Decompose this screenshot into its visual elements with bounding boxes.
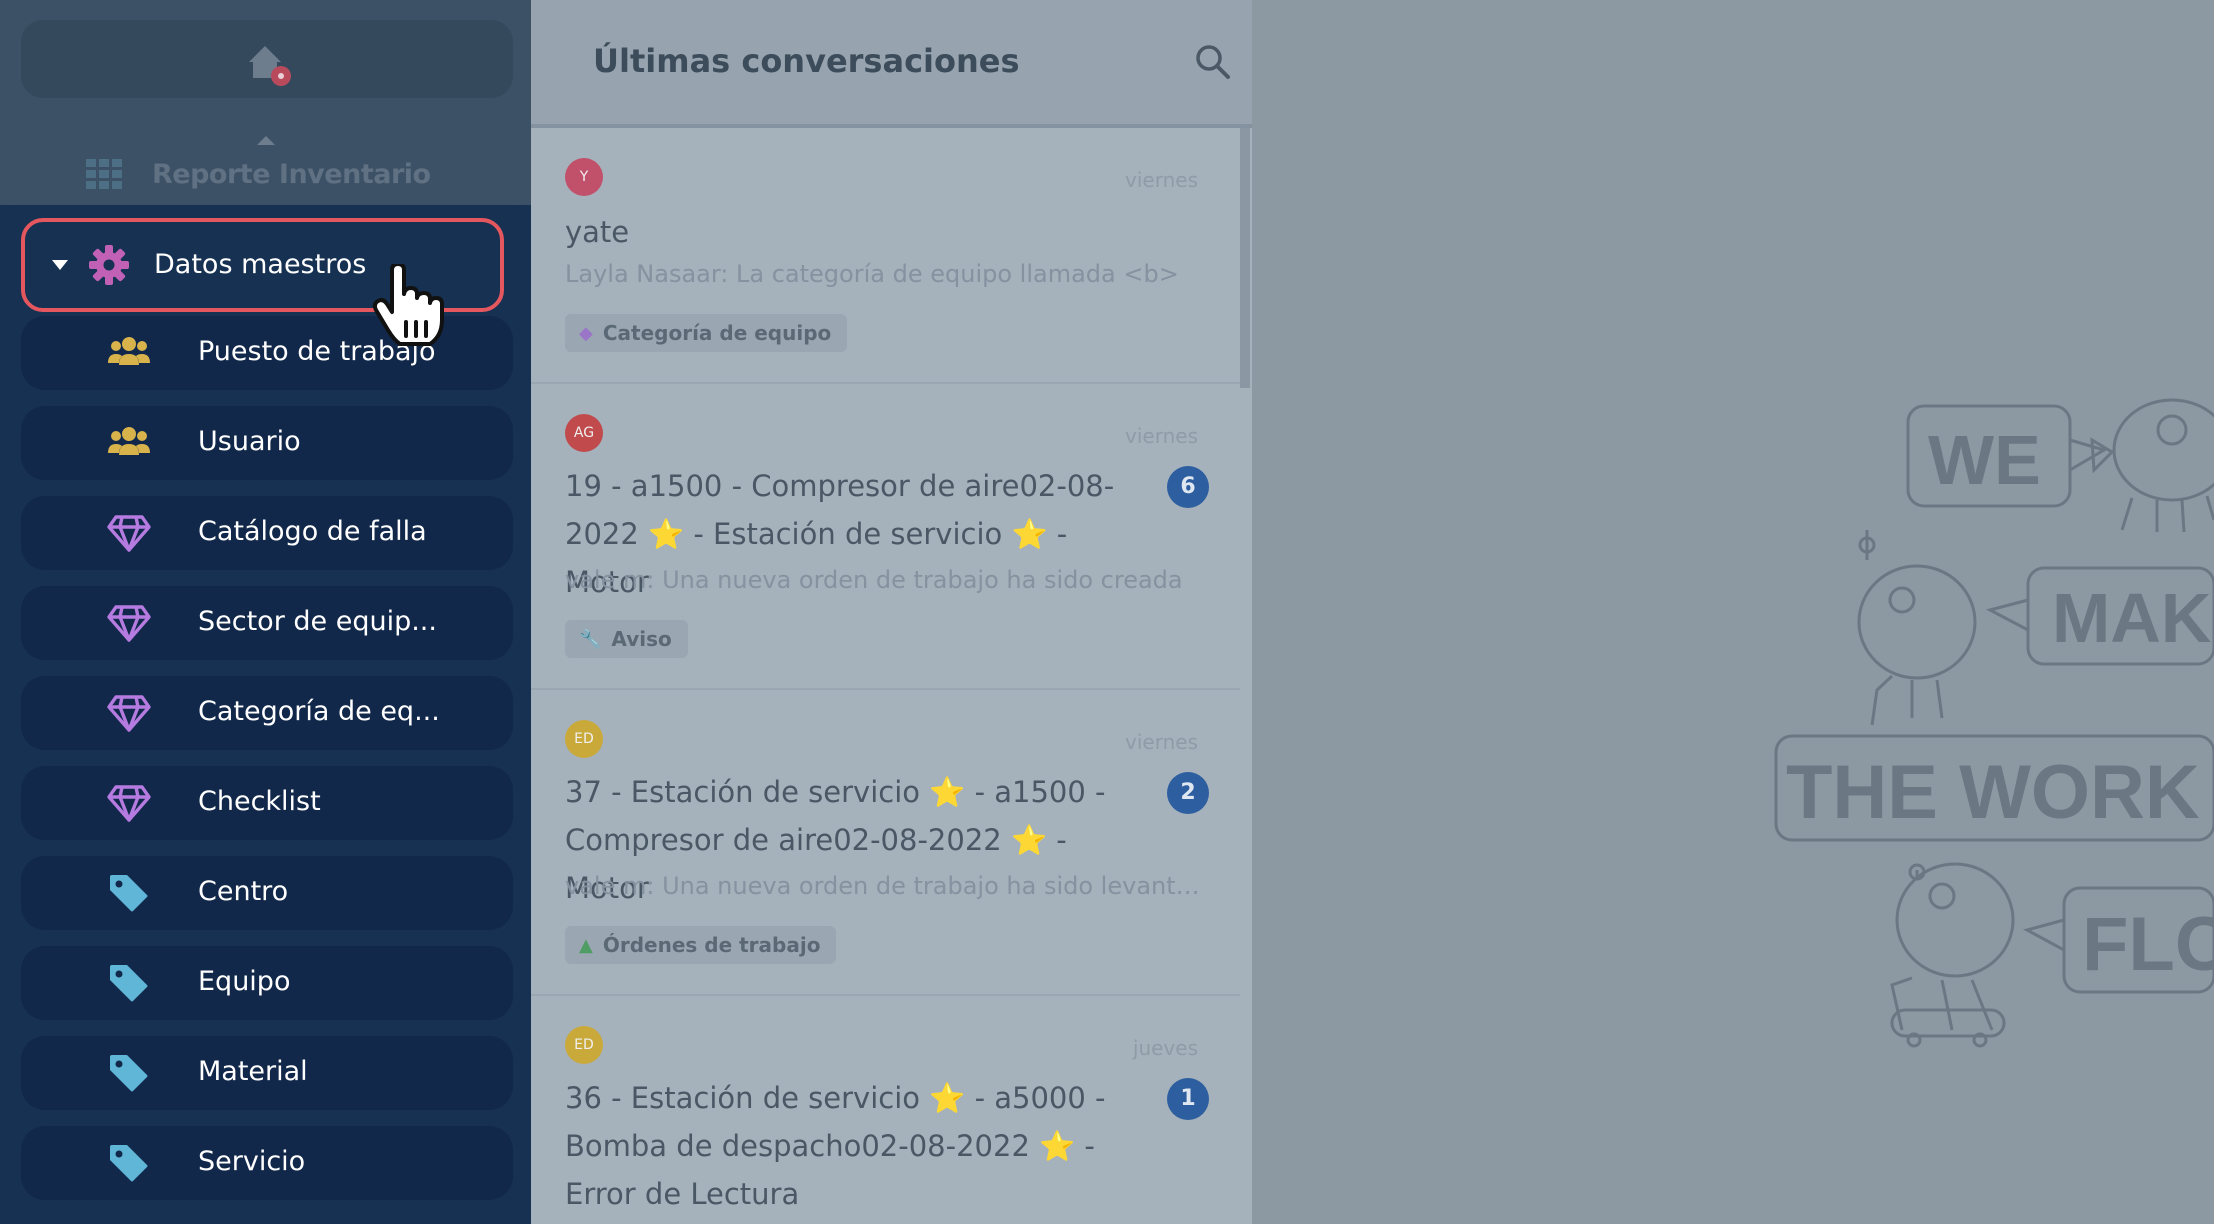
conversations-panel: Últimas conversaciones Y viernes yate La…: [531, 0, 1252, 1224]
sidebar-item-usuario[interactable]: Usuario: [21, 406, 513, 480]
diamond-icon: [107, 695, 151, 732]
grid-icon: [86, 159, 122, 189]
sidebar-item-servicio[interactable]: Servicio: [21, 1126, 513, 1200]
tag-icon: [110, 1055, 148, 1092]
category-tag: 🔧 Aviso: [565, 620, 688, 658]
sidebar-header: Reporte Inventario: [0, 0, 531, 205]
page-title: Últimas conversaciones: [593, 42, 1020, 80]
conversation-preview: vale m: Una nueva orden de trabajo ha si…: [565, 872, 1205, 900]
sidebar-item-equipo[interactable]: Equipo: [21, 946, 513, 1020]
illustration-word-make: MAK: [2052, 579, 2211, 657]
sidebar: Reporte Inventario Datos maestros Puesto…: [0, 0, 531, 1224]
list-item[interactable]: Y viernes yate Layla Nasaar: La categorí…: [531, 132, 1240, 384]
conversation-date: viernes: [1125, 168, 1198, 192]
avatar: Y: [565, 158, 603, 196]
sidebar-item-checklist[interactable]: Checklist: [21, 766, 513, 840]
conversation-date: viernes: [1125, 730, 1198, 754]
tag-icon: [110, 965, 148, 1002]
category-tag: ◆ Categoría de equipo: [565, 314, 848, 352]
sidebar-item-reporte-inventario[interactable]: Reporte Inventario: [86, 152, 431, 196]
avatar: AG: [565, 414, 603, 452]
wrench-icon: 🔧: [579, 628, 602, 650]
gear-icon: [89, 245, 129, 285]
avatar: ED: [565, 720, 603, 758]
diamond-icon: [107, 785, 151, 822]
conversation-title: 36 - Estación de servicio ⭐ - a5000 - Bo…: [565, 1081, 1106, 1211]
diamond-icon: ◆: [579, 322, 593, 344]
illustration-word-the-work: THE WORK: [1786, 750, 2200, 835]
diamond-icon: [107, 605, 151, 642]
hand-cursor-icon: [372, 264, 444, 346]
sidebar-item-material[interactable]: Material: [21, 1036, 513, 1110]
sidebar-item-label: Material: [198, 1056, 308, 1087]
search-icon[interactable]: [1195, 44, 1231, 80]
scrollbar[interactable]: [1240, 128, 1250, 388]
unread-badge: 2: [1167, 772, 1209, 814]
conversation-preview: Layla Nasaar: La categoría de equipo lla…: [565, 260, 1179, 288]
sidebar-item-label: Checklist: [198, 786, 321, 817]
tag-label: Órdenes de trabajo: [602, 933, 821, 957]
tag-icon: [110, 875, 148, 912]
illustration-word-we: WE: [1928, 421, 2041, 499]
sidebar-item-label: Reporte Inventario: [152, 158, 431, 190]
avatar: ED: [565, 1026, 603, 1064]
sidebar-item-catalogo-de-falla[interactable]: Catálogo de falla: [21, 496, 513, 570]
conversation-date: jueves: [1132, 1036, 1198, 1060]
sidebar-item-label: Equipo: [198, 966, 291, 997]
triangle-icon: ▲: [579, 934, 593, 956]
conversation-date: viernes: [1125, 424, 1198, 448]
list-item[interactable]: ED viernes 2 37 - Estación de servicio ⭐…: [531, 692, 1240, 996]
tag-icon: [110, 1145, 148, 1182]
list-item[interactable]: ED jueves 1 36 - Estación de servicio ⭐ …: [531, 998, 1240, 1224]
list-item[interactable]: AG viernes 6 19 - a1500 - Compresor de a…: [531, 386, 1240, 690]
category-tag: ▲ Órdenes de trabajo: [565, 926, 837, 964]
we-make-the-work-flow-illustration: WE MAK THE WORK FLO: [1774, 398, 2214, 1048]
sidebar-item-categoria-de-equipo[interactable]: Categoría de eq...: [21, 676, 513, 750]
caret-up-icon[interactable]: [255, 134, 277, 146]
conversation-preview: vale m: Una nueva orden de trabajo ha si…: [565, 566, 1183, 594]
sidebar-item-label: Categoría de eq...: [198, 696, 440, 727]
empty-state-pane: WE MAK THE WORK FLO: [1252, 0, 2214, 1224]
sidebar-item-label: Datos maestros: [154, 249, 367, 280]
sidebar-item-label: Servicio: [198, 1146, 306, 1177]
tag-label: Categoría de equipo: [602, 321, 832, 345]
tag-label: Aviso: [611, 627, 672, 651]
sidebar-item-label: Sector de equip...: [198, 606, 437, 637]
home-icon: [249, 46, 291, 86]
unread-badge: 6: [1167, 466, 1209, 508]
conversations-header: Últimas conversaciones: [531, 0, 1252, 128]
diamond-icon: [107, 515, 151, 552]
sidebar-item-label: Centro: [198, 876, 289, 907]
caret-down-icon: [52, 260, 68, 270]
sidebar-item-sector-de-equipo[interactable]: Sector de equip...: [21, 586, 513, 660]
conversation-title: yate: [565, 215, 630, 249]
users-icon: [108, 337, 150, 365]
unread-badge: 1: [1167, 1078, 1209, 1120]
sidebar-item-centro[interactable]: Centro: [21, 856, 513, 930]
users-icon: [108, 427, 150, 455]
sidebar-item-label: Catálogo de falla: [198, 516, 427, 547]
sidebar-item-label: Usuario: [198, 426, 301, 457]
illustration-word-flow: FLO: [2082, 902, 2214, 987]
